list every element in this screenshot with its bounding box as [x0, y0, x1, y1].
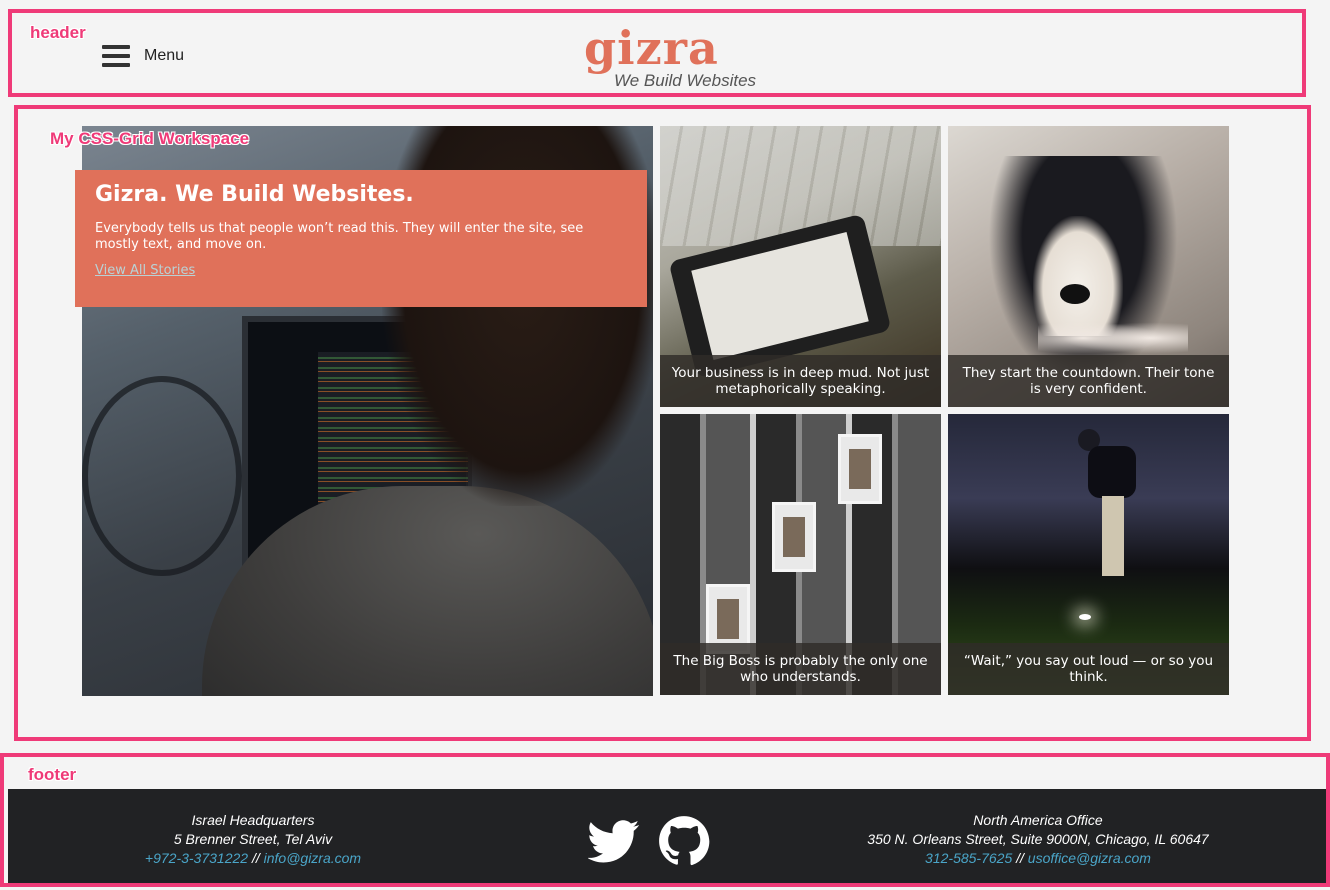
logo-tagline: We Build Websites — [614, 71, 757, 90]
footer-annotation-label: footer — [28, 765, 77, 784]
story-tile[interactable]: Your business is in deep mud. Not just m… — [660, 126, 941, 407]
office-email-link[interactable]: info@gizra.com — [264, 850, 361, 866]
office-email-link[interactable]: usoffice@gizra.com — [1028, 850, 1151, 866]
office-address: 5 Brenner Street, Tel Aviv — [173, 831, 333, 847]
twitter-icon[interactable] — [588, 815, 640, 867]
office-phone-link[interactable]: 312-585-7625 — [925, 850, 1012, 866]
separator: // — [251, 850, 260, 866]
hamburger-icon — [102, 45, 130, 67]
intro-box: Gizra. We Build Websites. Everybody tell… — [75, 170, 647, 307]
separator: // — [1016, 850, 1024, 866]
puppy-paws — [1038, 318, 1188, 358]
elevator-image — [838, 434, 882, 504]
golfer-image — [1078, 424, 1138, 584]
menu-label: Menu — [144, 47, 185, 64]
footer: footer Israel Headquarters 5 Brenner Str… — [0, 753, 1330, 887]
logo-word: gizra — [584, 21, 719, 75]
golf-ball-image — [1079, 614, 1091, 620]
header-annotation-label: header — [30, 23, 86, 42]
tile-caption: The Big Boss is probably the only one wh… — [660, 643, 941, 695]
tile-caption-text: The Big Boss is probably the only one wh… — [673, 653, 928, 685]
github-icon[interactable] — [658, 815, 710, 867]
office-address: 350 N. Orleans Street, Suite 9000N, Chic… — [867, 831, 1209, 847]
office-phone-link[interactable]: +972-3-3731222 — [145, 850, 248, 866]
workspace-annotation-label: My CSS-Grid Workspace — [50, 129, 250, 148]
tile-caption: “Wait,” you say out loud — or so you thi… — [948, 643, 1229, 695]
elevator-image — [772, 502, 816, 572]
footer-bar: Israel Headquarters 5 Brenner Street, Te… — [8, 789, 1326, 883]
office-title: Israel Headquarters — [191, 812, 315, 828]
israel-office: Israel Headquarters 5 Brenner Street, Te… — [128, 811, 378, 868]
story-tile[interactable]: They start the countdown. Their tone is … — [948, 126, 1229, 407]
header: header Menu gizra We Build Websites — [8, 9, 1306, 97]
tile-caption-text: “Wait,” you say out loud — or so you thi… — [963, 653, 1214, 685]
intro-text: Everybody tells us that people won’t rea… — [95, 221, 584, 252]
cables-image — [82, 376, 242, 576]
office-title: North America Office — [973, 812, 1103, 828]
puppy-nose — [1060, 284, 1090, 304]
north-america-office: North America Office 350 N. Orleans Stre… — [838, 811, 1238, 868]
intro-title: Gizra. We Build Websites. — [95, 182, 414, 207]
story-tile[interactable]: “Wait,” you say out loud — or so you thi… — [948, 414, 1229, 695]
grid-workspace: My CSS-Grid Workspace Gizra. We Build We… — [14, 105, 1311, 741]
site-logo[interactable]: gizra We Build Websites — [584, 21, 774, 95]
view-all-stories-link[interactable]: View All Stories — [95, 263, 195, 278]
tile-caption: They start the countdown. Their tone is … — [948, 355, 1229, 407]
story-tile[interactable]: The Big Boss is probably the only one wh… — [660, 414, 941, 695]
tile-caption: Your business is in deep mud. Not just m… — [660, 355, 941, 407]
tile-caption-text: They start the countdown. Their tone is … — [962, 365, 1215, 397]
menu-button[interactable]: Menu — [102, 45, 184, 67]
tile-caption-text: Your business is in deep mud. Not just m… — [671, 365, 930, 397]
